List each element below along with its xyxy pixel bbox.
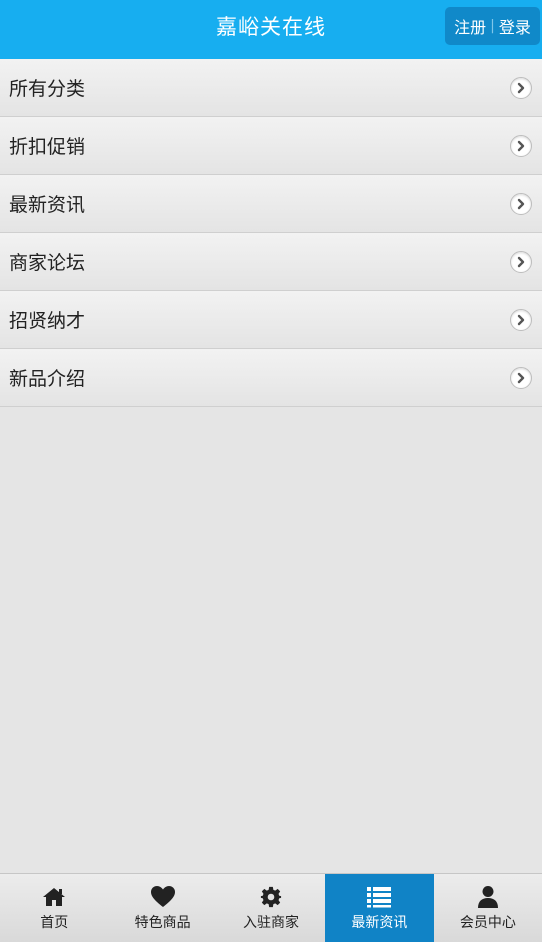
nav-label: 会员中心 (459, 915, 516, 931)
menu-item-label: 商家论坛 (9, 252, 86, 274)
chevron-right-icon (510, 308, 532, 331)
menu-item-label: 最新资讯 (9, 194, 86, 216)
header-bar: 嘉峪关在线 注册 | 登录 (0, 0, 542, 59)
chevron-right-icon (510, 192, 532, 215)
user-icon (477, 884, 499, 910)
nav-item-merchants[interactable]: 入驻商家 (217, 874, 325, 942)
chevron-right-icon (510, 134, 532, 157)
nav-label: 首页 (40, 915, 69, 931)
chevron-right-icon (510, 366, 532, 389)
menu-item-discount-promotions[interactable]: 折扣促销 (0, 117, 542, 175)
list-icon (366, 884, 392, 910)
chevron-right-icon (510, 250, 532, 273)
menu-item-new-products[interactable]: 新品介绍 (0, 349, 542, 407)
home-icon (42, 884, 66, 910)
menu-item-all-categories[interactable]: 所有分类 (0, 59, 542, 117)
nav-item-latest-news[interactable]: 最新资讯 (325, 874, 434, 942)
menu-item-recruitment[interactable]: 招贤纳才 (0, 291, 542, 349)
nav-item-featured-products[interactable]: 特色商品 (108, 874, 216, 942)
register-link[interactable]: 注册 (454, 14, 486, 38)
nav-label: 特色商品 (134, 915, 191, 931)
nav-item-home[interactable]: 首页 (0, 874, 108, 942)
page-title: 嘉峪关在线 (216, 14, 326, 39)
menu-item-label: 折扣促销 (9, 136, 86, 158)
menu-item-label: 招贤纳才 (9, 310, 86, 332)
menu-item-merchant-forum[interactable]: 商家论坛 (0, 233, 542, 291)
menu-item-latest-news[interactable]: 最新资讯 (0, 175, 542, 233)
login-link[interactable]: 登录 (499, 14, 531, 38)
nav-label: 最新资讯 (351, 915, 408, 931)
auth-separator: | (490, 18, 495, 34)
category-menu: 所有分类 折扣促销 最新资讯 商家论坛 招贤纳才 新品介绍 (0, 59, 542, 407)
gear-icon (260, 884, 282, 910)
app-root: 嘉峪关在线 注册 | 登录 所有分类 折扣促销 最新资讯 商家论坛 招贤纳才 新… (0, 0, 542, 942)
nav-item-member-center[interactable]: 会员中心 (434, 874, 542, 942)
menu-item-label: 新品介绍 (9, 368, 86, 390)
auth-box: 注册 | 登录 (445, 7, 540, 45)
heart-icon (150, 884, 176, 910)
chevron-right-icon (510, 76, 532, 99)
bottom-nav: 首页 特色商品 入驻商家 最新资讯 会员中心 (0, 873, 542, 942)
menu-item-label: 所有分类 (9, 78, 86, 100)
nav-label: 入驻商家 (243, 915, 300, 931)
